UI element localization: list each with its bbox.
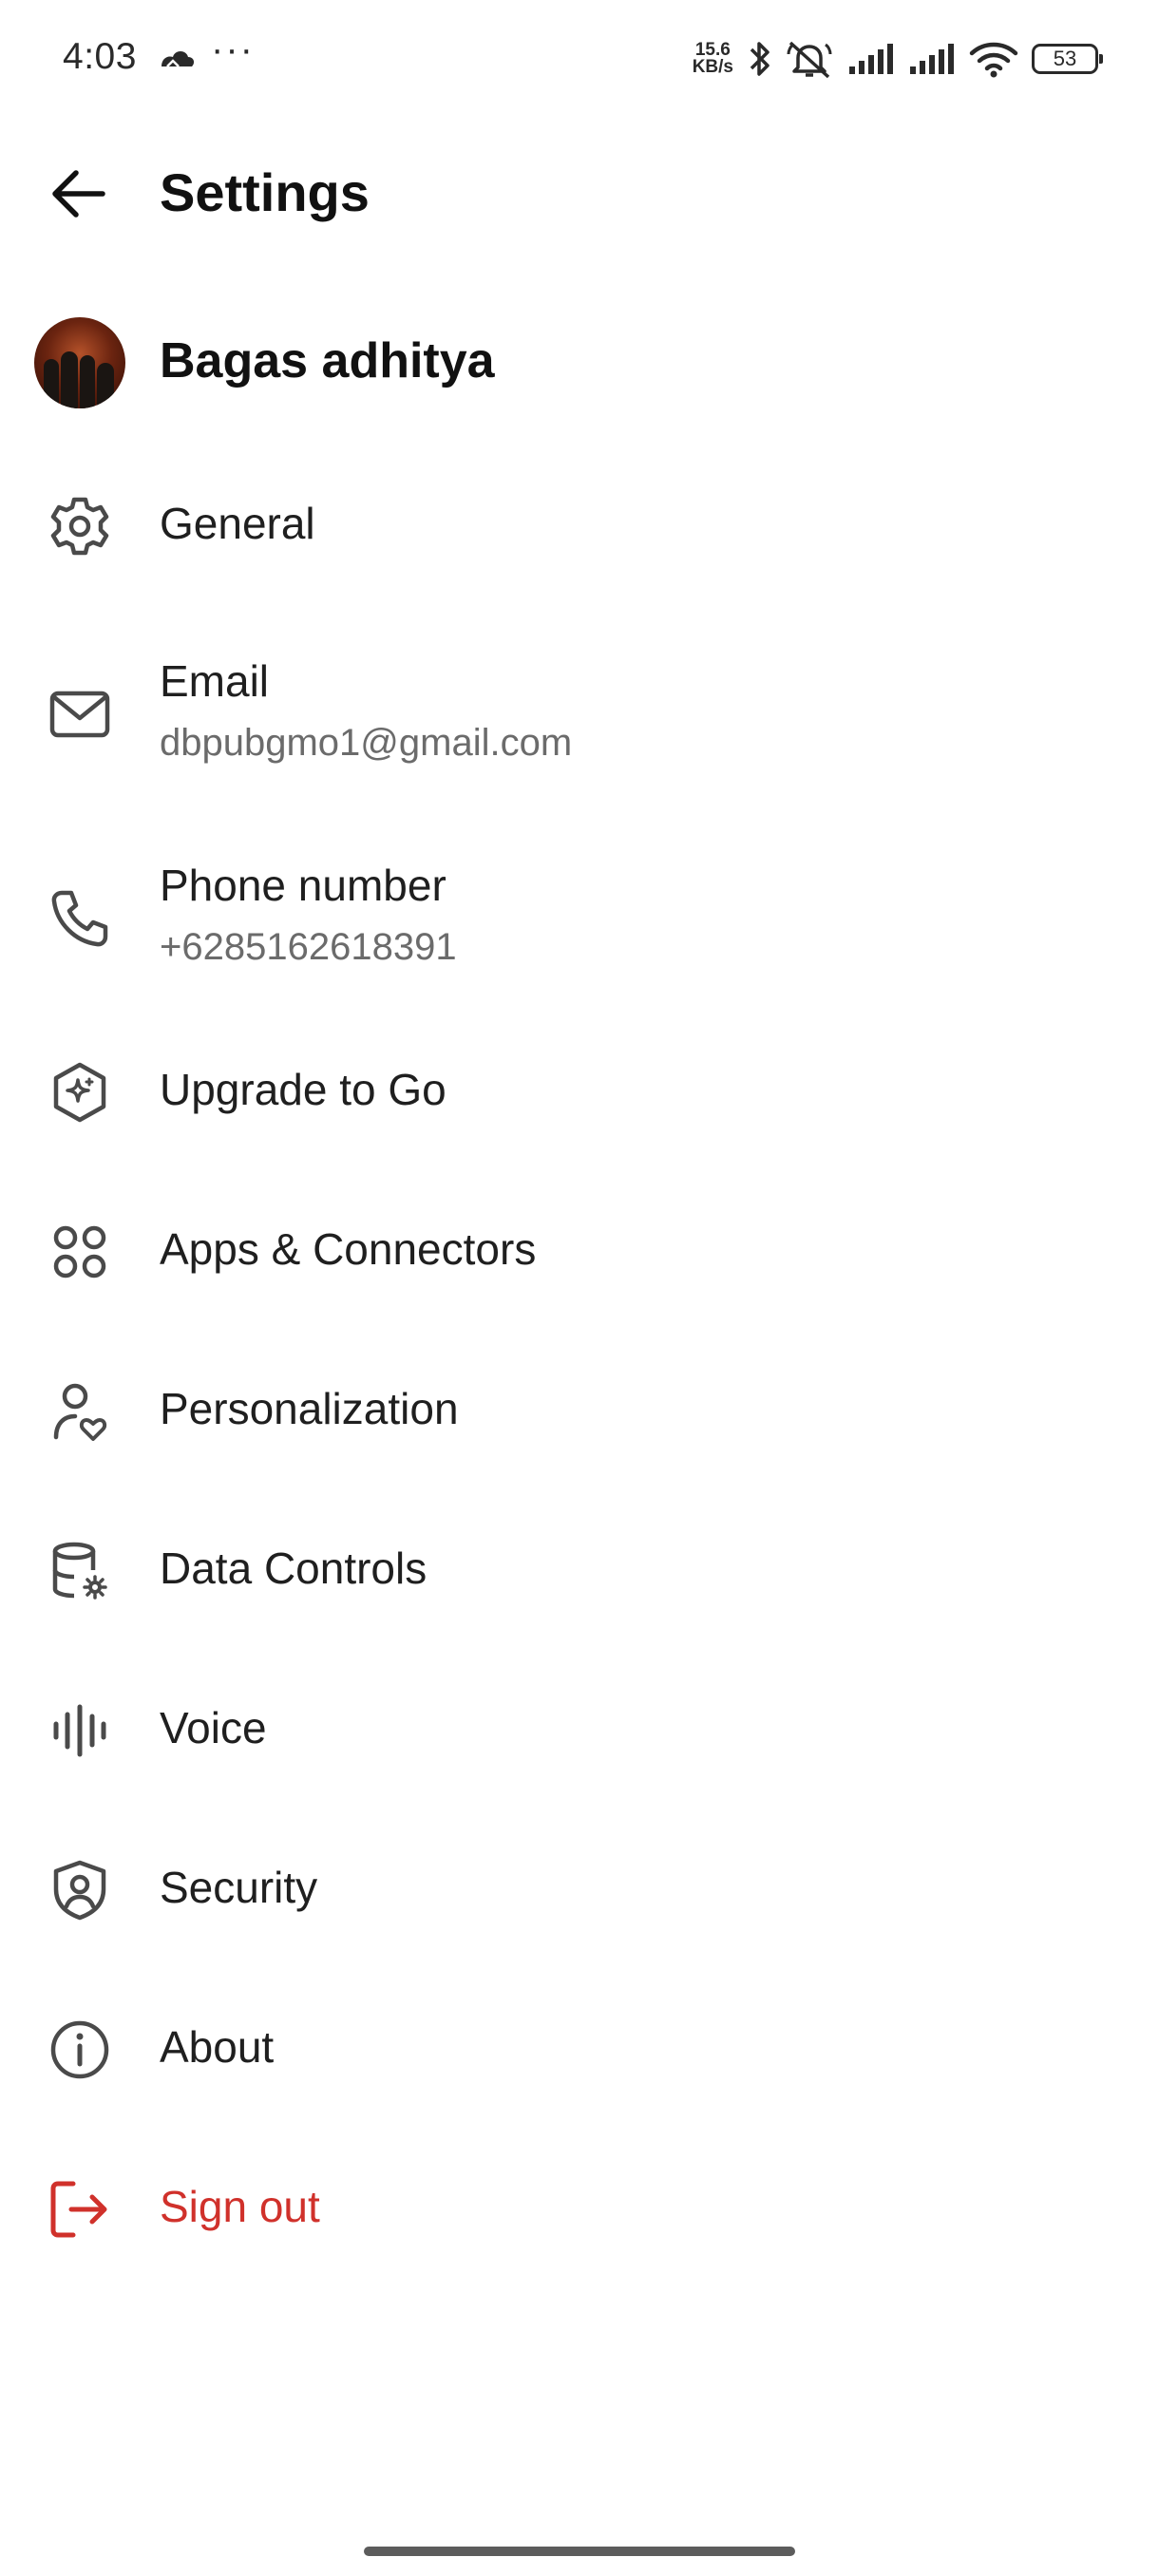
menu-item-voice[interactable]: Voice <box>0 1674 1159 1788</box>
avatar <box>34 317 125 408</box>
menu-item-about[interactable]: About <box>0 1993 1159 2107</box>
menu-label-upgrade: Upgrade to Go <box>160 1065 446 1114</box>
menu-label-personalization: Personalization <box>160 1384 459 1433</box>
menu-label-sign-out: Sign out <box>160 2182 320 2231</box>
page-title: Settings <box>160 162 370 222</box>
menu-label-security: Security <box>160 1863 318 1912</box>
menu-label-general: General <box>160 499 315 548</box>
menu-item-personalization[interactable]: Personalization <box>0 1354 1159 1468</box>
home-indicator[interactable] <box>364 2547 795 2556</box>
menu-item-sign-out[interactable]: Sign out <box>0 2152 1159 2266</box>
status-bar: 4:03 ··· 15.6 KB/s 53 <box>0 0 1159 114</box>
gear-icon <box>46 492 114 560</box>
menu-label-phone: Phone number <box>160 861 446 910</box>
email-value: dbpubgmo1@gmail.com <box>160 722 573 764</box>
apps-grid-icon <box>46 1218 114 1286</box>
battery-icon: 53 <box>1032 44 1103 74</box>
network-speed: 15.6 KB/s <box>692 41 733 77</box>
menu-item-general[interactable]: General <box>0 469 1159 583</box>
database-gear-icon <box>46 1537 114 1605</box>
menu-label-data-controls: Data Controls <box>160 1544 428 1593</box>
shield-user-icon <box>46 1856 114 1924</box>
menu-item-email[interactable]: Email dbpubgmo1@gmail.com <box>0 646 1159 788</box>
person-heart-icon <box>46 1377 114 1446</box>
phone-value: +6285162618391 <box>160 926 457 968</box>
menu-item-data-controls[interactable]: Data Controls <box>0 1514 1159 1628</box>
mail-icon <box>46 680 114 748</box>
bluetooth-icon <box>750 42 770 76</box>
status-time: 4:03 <box>63 36 137 77</box>
app-header: Settings <box>0 142 1159 237</box>
profile-name: Bagas adhitya <box>160 333 495 388</box>
more-notifications-icon: ··· <box>211 28 255 70</box>
menu-item-upgrade[interactable]: Upgrade to Go <box>0 1035 1159 1149</box>
back-button[interactable] <box>38 154 118 234</box>
wifi-icon <box>969 42 1018 78</box>
phone-icon <box>46 884 114 953</box>
info-icon <box>46 2016 114 2084</box>
waveform-icon <box>46 1696 114 1765</box>
network-speed-unit: KB/s <box>692 57 733 77</box>
menu-label-email: Email <box>160 656 270 706</box>
status-icons: 15.6 KB/s 53 <box>692 36 1103 82</box>
mute-icon <box>787 41 832 79</box>
signal-icon <box>849 44 893 74</box>
profile-row[interactable]: Bagas adhitya <box>0 304 1159 418</box>
sign-out-icon <box>46 2175 114 2244</box>
signal-icon <box>910 44 954 74</box>
menu-label-about: About <box>160 2022 275 2072</box>
menu-label-apps-connectors: Apps & Connectors <box>160 1224 537 1274</box>
notification-cloud-icon <box>162 51 195 67</box>
arrow-left-icon <box>52 170 105 218</box>
menu-item-apps-connectors[interactable]: Apps & Connectors <box>0 1195 1159 1309</box>
battery-level: 53 <box>1053 47 1077 70</box>
menu-item-phone[interactable]: Phone number +6285162618391 <box>0 850 1159 993</box>
menu-label-voice: Voice <box>160 1703 267 1752</box>
sparkle-hexagon-icon <box>46 1058 114 1127</box>
menu-item-security[interactable]: Security <box>0 1833 1159 1947</box>
